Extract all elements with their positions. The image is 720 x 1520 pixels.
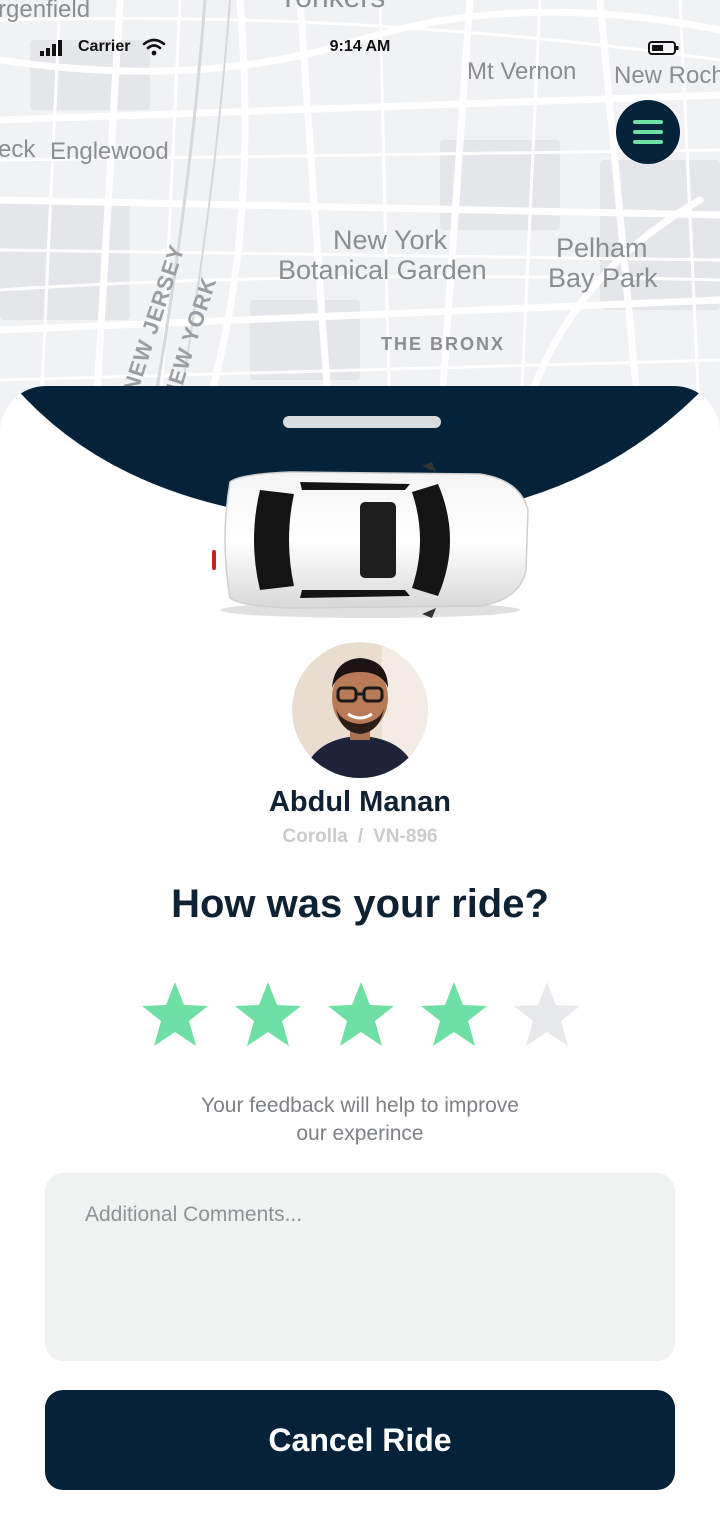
map-label-botanical-line2: Botanical Garden (278, 255, 487, 285)
star-5-icon[interactable] (512, 980, 582, 1050)
map-label-teaneck: eck (0, 136, 36, 163)
star-1-icon[interactable] (140, 980, 210, 1050)
car-icon (212, 462, 529, 618)
vehicle-info: Corolla / VN-896 (0, 826, 720, 848)
star-rating[interactable] (140, 980, 582, 1050)
feedback-line-2: our experince (296, 1122, 424, 1145)
status-time: 9:14 AM (329, 38, 391, 55)
map-label-englewood: Englewood (50, 138, 169, 165)
map-label-bergenfield: rgenfield (0, 0, 91, 23)
driver-avatar (292, 642, 428, 778)
feedback-hint: Your feedback will help to improve our e… (0, 1092, 720, 1148)
sheet-grabber[interactable] (283, 416, 441, 428)
star-2-icon[interactable] (233, 980, 303, 1050)
vehicle-separator: / (357, 826, 364, 847)
rating-sheet: Abdul Manan Corolla / VN-896 How was your … (0, 386, 720, 1520)
cancel-ride-button[interactable]: Cancel Ride (45, 1390, 675, 1490)
status-bar: Carrier 9:14 AM (0, 30, 720, 66)
hamburger-menu-icon (633, 117, 663, 147)
driver-name: Abdul Manan (268, 786, 452, 818)
star-4-icon[interactable] (419, 980, 489, 1050)
license-plate: VN-896 (373, 826, 438, 847)
map-label-pelham-line1: Pelham (556, 233, 648, 263)
map-view[interactable]: rgenfield Yonkers Mt Vernon New Roch eck… (0, 0, 720, 430)
car-model: Corolla (282, 826, 348, 847)
map-label-yonkers: Yonkers (278, 0, 385, 16)
battery-icon (648, 41, 679, 55)
map-label-pelham-line2: Bay Park (548, 263, 658, 293)
map-label-new-rochelle: New Roch (614, 62, 720, 89)
map-label-bronx: THE BRONX (381, 334, 506, 354)
feedback-line-1: Your feedback will help to improve (201, 1094, 519, 1117)
star-3-icon[interactable] (326, 980, 396, 1050)
rating-question: How was your ride? (171, 882, 549, 926)
additional-comments-input[interactable] (45, 1173, 675, 1361)
menu-button[interactable] (616, 100, 680, 164)
